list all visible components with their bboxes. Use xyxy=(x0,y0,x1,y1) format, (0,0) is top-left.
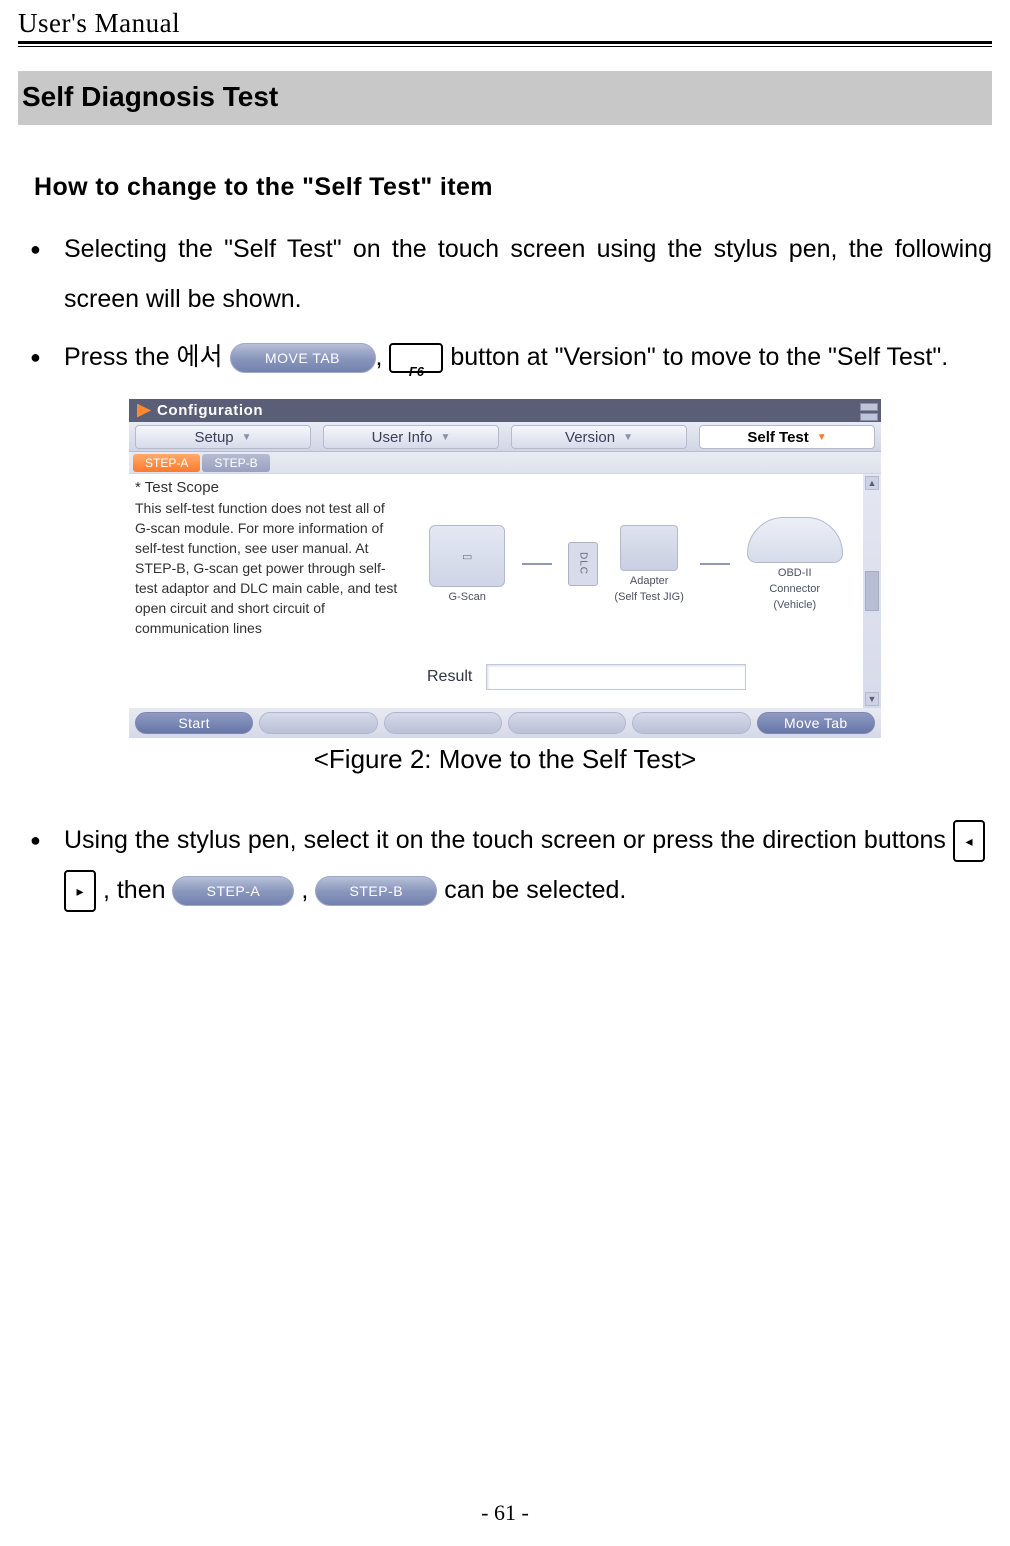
subsection-heading: How to change to the "Self Test" item xyxy=(34,173,992,202)
step-a-button[interactable]: STEP-A xyxy=(172,876,294,906)
tab-label: Self Test xyxy=(747,429,808,446)
cable-icon xyxy=(522,563,552,565)
bullet-text: can be selected. xyxy=(444,876,626,904)
tab-self-test[interactable]: Self Test ▼ xyxy=(699,425,875,449)
cable-icon xyxy=(700,563,730,565)
vehicle-device-icon: OBD-II Connector (Vehicle) xyxy=(747,517,843,611)
f6-key-icon[interactable]: F6 xyxy=(389,343,443,373)
footer-slot[interactable] xyxy=(508,712,626,734)
tab-label: Setup xyxy=(194,429,233,446)
test-scope-panel: * Test Scope This self-test function doe… xyxy=(129,474,409,708)
connection-diagram: ▭ G-Scan DLC Adapter (Self Test JIG) xyxy=(409,474,863,650)
dlc-icon: DLC xyxy=(568,542,598,586)
bullet-text: button at "Version" to move to the "Self… xyxy=(450,343,948,371)
bullet-item-1: Selecting the "Self Test" on the touch s… xyxy=(18,224,992,324)
move-tab-button[interactable]: Move Tab xyxy=(757,712,875,734)
tab-version[interactable]: Version ▼ xyxy=(511,425,687,449)
chevron-down-icon: ▼ xyxy=(242,432,252,443)
move-tab-button[interactable]: MOVE TAB xyxy=(230,343,376,373)
section-title-bar: Self Diagnosis Test xyxy=(18,71,992,125)
screenshot-figure: Configuration Setup ▼ User Info ▼ Version ▼… xyxy=(129,398,881,738)
scope-title: * Test Scope xyxy=(135,478,403,498)
step-b-button[interactable]: STEP-B xyxy=(315,876,437,906)
tab-label: Version xyxy=(565,429,615,446)
config-title-bar: Configuration xyxy=(129,398,881,422)
subtab-step-b[interactable]: STEP-B xyxy=(202,454,269,472)
device-label: (Self Test JIG) xyxy=(614,591,683,603)
tab-setup[interactable]: Setup ▼ xyxy=(135,425,311,449)
separator: , xyxy=(376,343,390,371)
status-icons xyxy=(857,401,881,421)
start-button[interactable]: Start xyxy=(135,712,253,734)
bullet-text: Using the stylus pen, select it on the t… xyxy=(64,826,953,854)
adapter-device-icon: Adapter (Self Test JIG) xyxy=(614,525,683,603)
page-number: - 61 - xyxy=(0,1500,1010,1526)
scrollbar[interactable]: ▲ ▼ xyxy=(863,474,881,708)
chevron-down-icon: ▼ xyxy=(440,432,450,443)
chevron-down-icon: ▼ xyxy=(623,432,633,443)
bullet-item-2: Press the 에서 MOVE TAB, F6 button at "Ver… xyxy=(18,332,992,382)
result-field[interactable] xyxy=(486,664,746,690)
right-arrow-button[interactable]: ▸ xyxy=(64,870,96,912)
left-arrow-button[interactable]: ◂ xyxy=(953,820,985,862)
scope-text: This self-test function does not test al… xyxy=(135,498,403,638)
bullet-item-3: Using the stylus pen, select it on the t… xyxy=(18,815,992,915)
footer-slot[interactable] xyxy=(384,712,502,734)
tab-label: User Info xyxy=(372,429,433,446)
result-label: Result xyxy=(427,668,472,686)
device-label: (Vehicle) xyxy=(773,599,816,611)
bullet-text: Press the 에서 xyxy=(64,343,230,371)
figure-caption: <Figure 2: Move to the Self Test> xyxy=(18,744,992,775)
bullet-text: , then xyxy=(103,876,173,904)
subtab-step-a[interactable]: STEP-A xyxy=(133,454,200,472)
separator: , xyxy=(301,876,315,904)
running-header: User's Manual xyxy=(18,8,992,41)
scroll-thumb[interactable] xyxy=(865,571,879,611)
chevron-down-icon: ▼ xyxy=(817,432,827,443)
device-label: Connector xyxy=(769,583,820,595)
device-label: G-Scan xyxy=(449,591,486,603)
gscan-device-icon: ▭ G-Scan xyxy=(429,525,505,603)
tab-user-info[interactable]: User Info ▼ xyxy=(323,425,499,449)
device-label: Adapter xyxy=(630,575,669,587)
scroll-down-icon[interactable]: ▼ xyxy=(865,692,879,706)
caret-icon xyxy=(137,404,151,418)
config-label: Configuration xyxy=(157,402,263,419)
device-label: OBD-II xyxy=(778,567,812,579)
header-rule xyxy=(18,41,992,47)
footer-slot[interactable] xyxy=(259,712,377,734)
scroll-up-icon[interactable]: ▲ xyxy=(865,476,879,490)
footer-slot[interactable] xyxy=(632,712,750,734)
bullet-text: Selecting the "Self Test" on the touch s… xyxy=(18,224,992,324)
